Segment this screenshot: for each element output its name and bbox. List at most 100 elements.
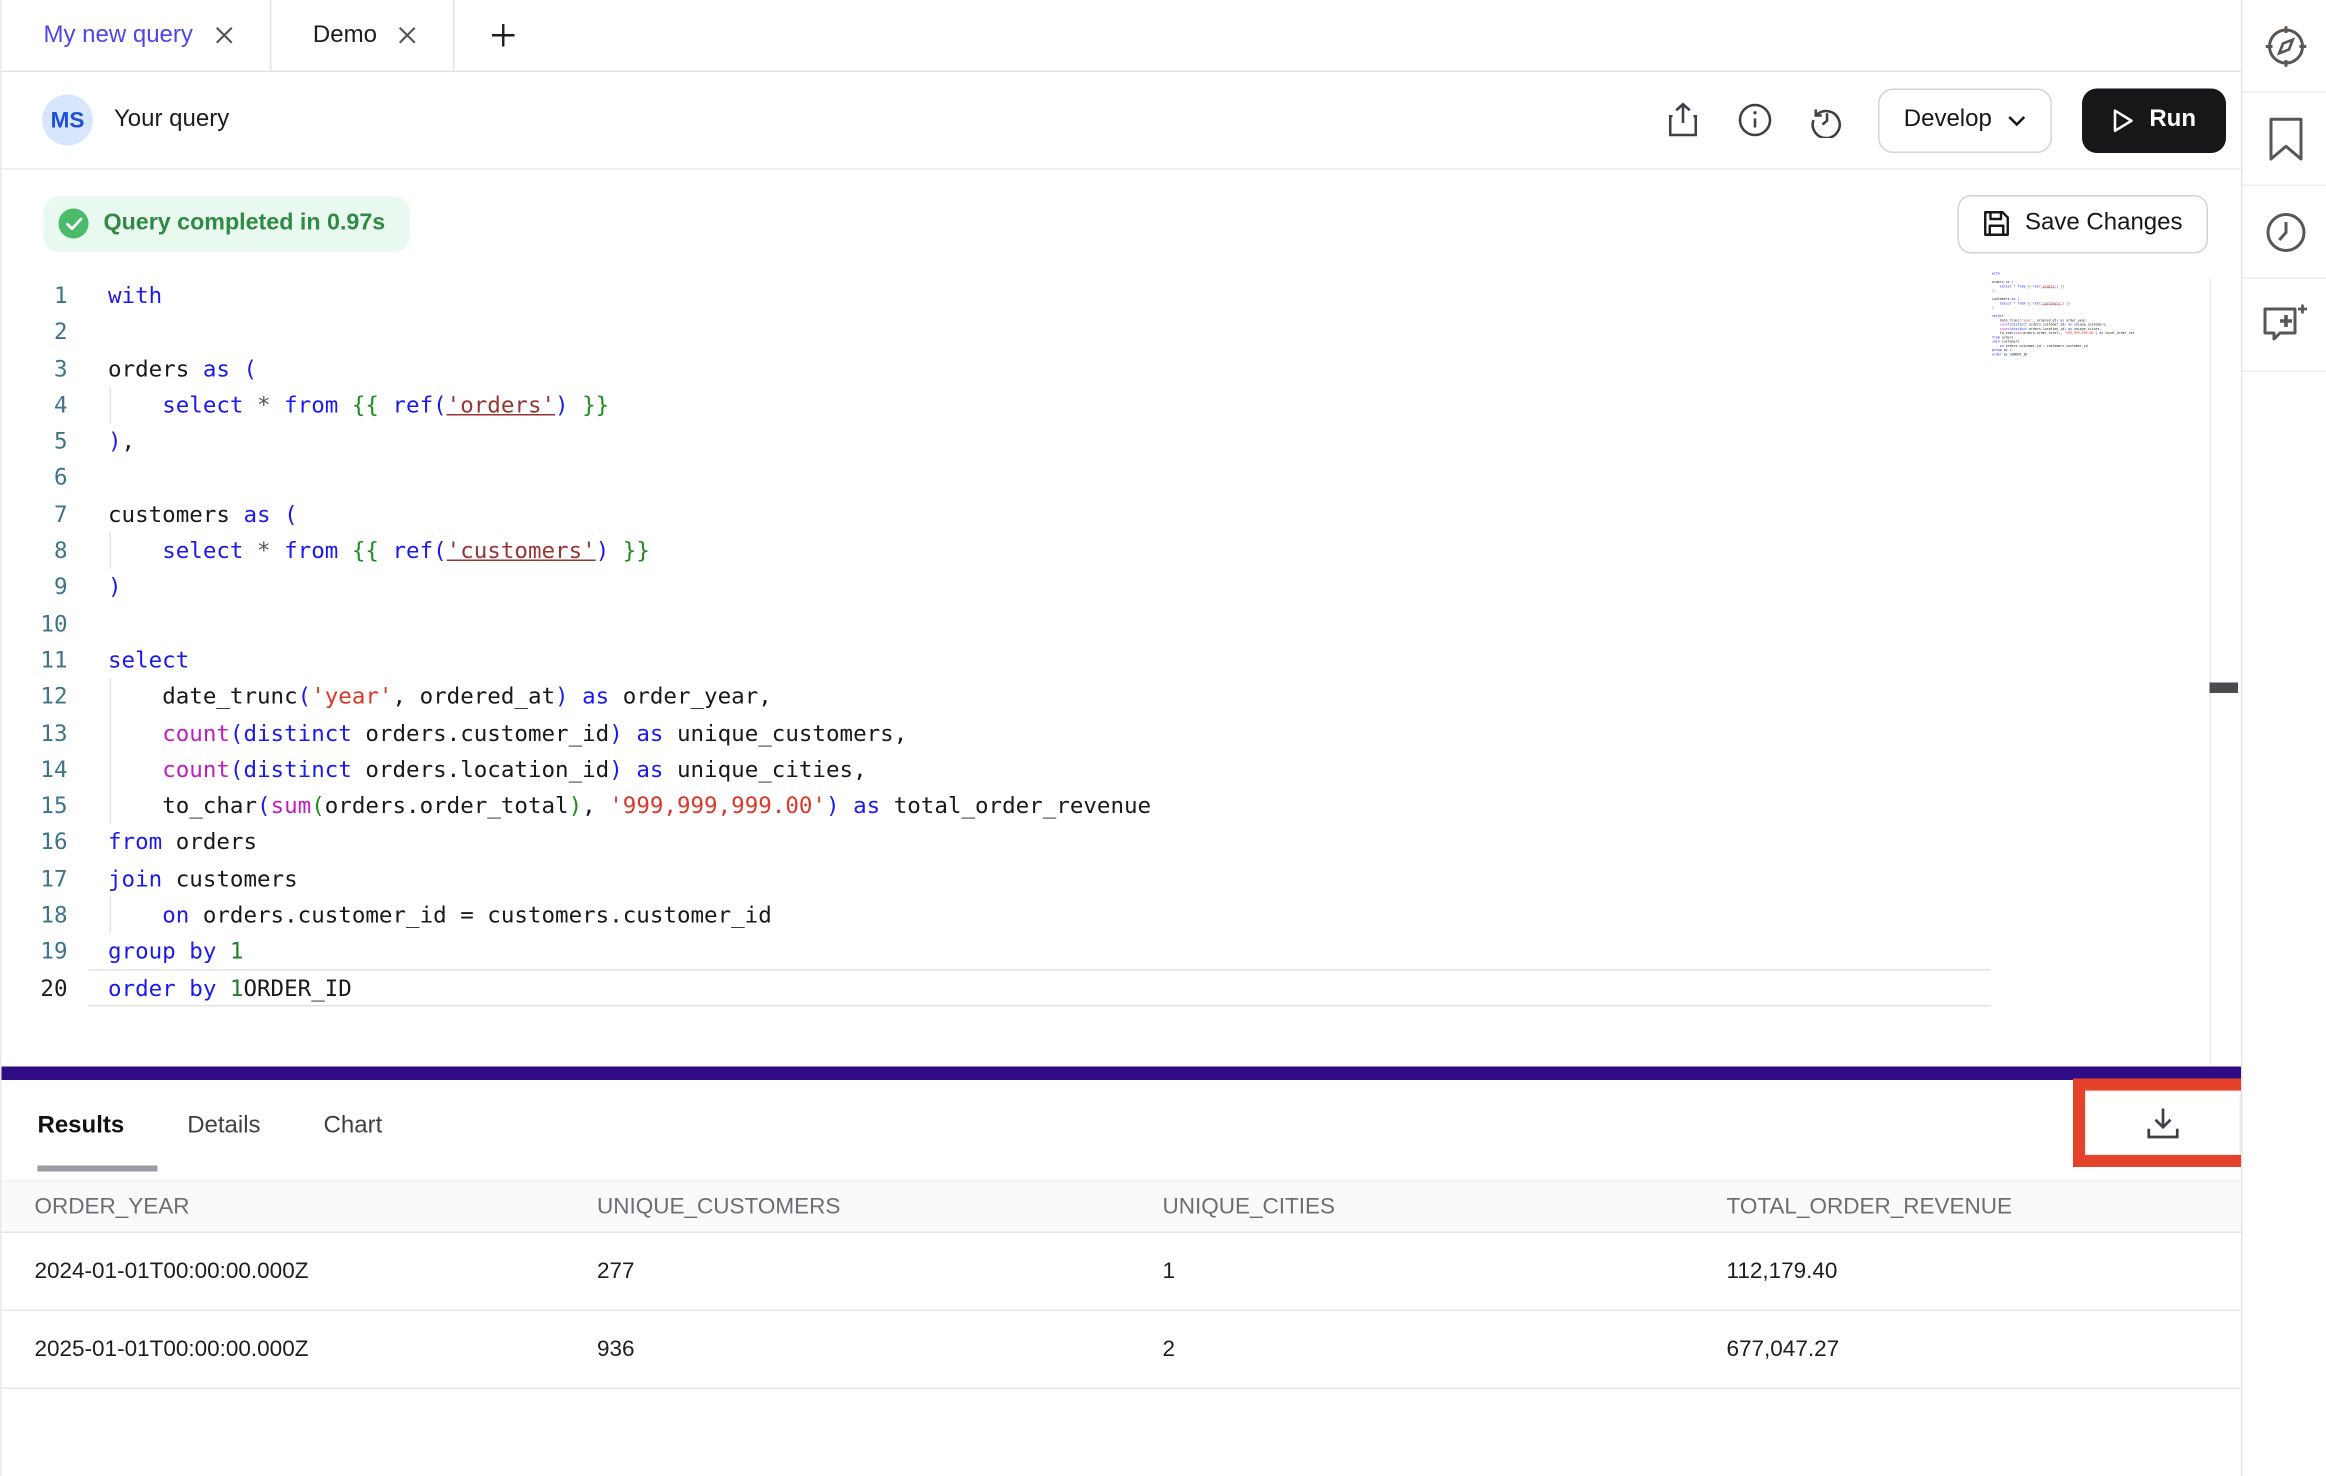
line-number: 19 bbox=[2, 934, 68, 970]
ai-assistant-button[interactable] bbox=[2243, 279, 2326, 372]
line-number: 18 bbox=[2, 897, 68, 933]
share-icon bbox=[1667, 102, 1700, 138]
panel-resize-handle[interactable] bbox=[2210, 683, 2239, 694]
develop-label: Develop bbox=[1904, 107, 1992, 134]
code-line-11[interactable]: 11select bbox=[2, 642, 2242, 678]
history-button[interactable] bbox=[1806, 99, 1848, 141]
play-icon bbox=[2112, 107, 2135, 133]
download-results-button[interactable] bbox=[2085, 1091, 2241, 1156]
tab-bar: My new query Demo bbox=[2, 0, 2242, 72]
tab-my-new-query[interactable]: My new query bbox=[2, 0, 271, 71]
cell-unique-customers: 277 bbox=[597, 1259, 1163, 1285]
line-number: 3 bbox=[2, 350, 68, 386]
code-line-4[interactable]: 4 select * from {{ ref('orders') }} bbox=[2, 387, 2242, 423]
code-line-5[interactable]: 5), bbox=[2, 423, 2242, 459]
line-number: 7 bbox=[2, 496, 68, 532]
bookmarks-button[interactable] bbox=[2243, 93, 2326, 186]
code-line-16[interactable]: 16from orders bbox=[2, 824, 2242, 860]
history-sidebar-button[interactable] bbox=[2243, 186, 2326, 279]
line-number: 13 bbox=[2, 715, 68, 751]
code-line-9[interactable]: 9) bbox=[2, 569, 2242, 605]
code-line-8[interactable]: 8 select * from {{ ref('customers') }} bbox=[2, 533, 2242, 569]
results-panel: Results Details Chart ORDER_YEAR UNIQUE_… bbox=[2, 1080, 2242, 1476]
code-line-13[interactable]: 13 count(distinct orders.customer_id) as… bbox=[2, 715, 2242, 751]
table-row[interactable]: 2024-01-01T00:00:00.000Z 277 1 112,179.4… bbox=[2, 1233, 2242, 1311]
cell-unique-cities: 2 bbox=[1163, 1337, 1727, 1363]
code-text: group by 1 bbox=[68, 934, 244, 970]
query-actions: Develop Run bbox=[1662, 88, 2226, 153]
code-line-14[interactable]: 14 count(distinct orders.location_id) as… bbox=[2, 751, 2242, 787]
code-text: ) bbox=[68, 569, 122, 605]
share-button[interactable] bbox=[1662, 99, 1704, 141]
code-line-1[interactable]: 1with bbox=[2, 278, 2242, 314]
download-icon bbox=[2145, 1106, 2181, 1139]
indent-guide bbox=[110, 533, 112, 569]
tab-results[interactable]: Results bbox=[38, 1112, 125, 1139]
code-line-2[interactable]: 2 bbox=[2, 314, 2242, 350]
code-line-17[interactable]: 17join customers bbox=[2, 861, 2242, 897]
results-table: ORDER_YEAR UNIQUE_CUSTOMERS UNIQUE_CITIE… bbox=[2, 1181, 2242, 1390]
query-status-text: Query completed in 0.97s bbox=[104, 210, 386, 237]
code-line-19[interactable]: 19group by 1 bbox=[2, 934, 2242, 970]
code-text bbox=[68, 460, 109, 496]
cell-unique-cities: 1 bbox=[1163, 1259, 1727, 1285]
line-number: 20 bbox=[2, 970, 68, 1006]
tab-label: My new query bbox=[44, 22, 193, 49]
line-number: 17 bbox=[2, 861, 68, 897]
code-line-3[interactable]: 3orders as ( bbox=[2, 350, 2242, 386]
line-number: 9 bbox=[2, 569, 68, 605]
code-text: date_trunc('year', ordered_at) as order_… bbox=[68, 678, 772, 714]
line-number: 6 bbox=[2, 460, 68, 496]
close-icon[interactable] bbox=[214, 26, 234, 46]
editor-scrollbar-track bbox=[2210, 278, 2212, 1067]
code-line-7[interactable]: 7customers as ( bbox=[2, 496, 2242, 532]
cell-total-order-revenue: 677,047.27 bbox=[1727, 1337, 2242, 1363]
line-number: 5 bbox=[2, 423, 68, 459]
explore-button[interactable] bbox=[2243, 0, 2326, 93]
code-text: order by 1ORDER_ID bbox=[68, 970, 352, 1006]
code-line-15[interactable]: 15 to_char(sum(orders.order_total), '999… bbox=[2, 788, 2242, 824]
code-line-10[interactable]: 10 bbox=[2, 606, 2242, 642]
new-tab-button[interactable] bbox=[455, 0, 553, 71]
column-header[interactable]: UNIQUE_CUSTOMERS bbox=[597, 1194, 1163, 1220]
tab-details[interactable]: Details bbox=[187, 1112, 260, 1139]
code-text: select * from {{ ref('orders') }} bbox=[68, 387, 610, 423]
code-line-20[interactable]: 20order by 1ORDER_ID bbox=[2, 970, 2242, 1006]
code-text: select bbox=[68, 642, 190, 678]
code-line-12[interactable]: 12 date_trunc('year', ordered_at) as ord… bbox=[2, 678, 2242, 714]
code-line-18[interactable]: 18 on orders.customer_id = customers.cus… bbox=[2, 897, 2242, 933]
code-text: from orders bbox=[68, 824, 258, 860]
tab-chart[interactable]: Chart bbox=[324, 1112, 383, 1139]
chevron-down-icon bbox=[2007, 113, 2027, 127]
indent-guide bbox=[110, 387, 112, 423]
table-row[interactable]: 2025-01-01T00:00:00.000Z 936 2 677,047.2… bbox=[2, 1311, 2242, 1389]
info-button[interactable] bbox=[1734, 99, 1776, 141]
code-text bbox=[68, 606, 109, 642]
close-icon[interactable] bbox=[398, 26, 418, 46]
minimap-content: with orders as ( select * from {{ ref('o… bbox=[1992, 272, 2135, 357]
column-header[interactable]: UNIQUE_CITIES bbox=[1163, 1194, 1727, 1220]
history-icon bbox=[1809, 102, 1845, 138]
panel-divider[interactable] bbox=[2, 1067, 2242, 1081]
query-status-badge: Query completed in 0.97s bbox=[44, 196, 410, 252]
code-lines: 1with23orders as (4 select * from {{ ref… bbox=[2, 278, 2242, 1007]
tab-demo[interactable]: Demo bbox=[271, 0, 455, 71]
save-icon bbox=[1983, 210, 2010, 237]
code-editor[interactable]: 1with23orders as (4 select * from {{ ref… bbox=[2, 278, 2242, 1067]
info-icon bbox=[1737, 102, 1773, 138]
develop-dropdown[interactable]: Develop bbox=[1878, 88, 2052, 153]
column-header[interactable]: ORDER_YEAR bbox=[35, 1194, 598, 1220]
status-row: Query completed in 0.97s Save Changes bbox=[2, 170, 2242, 278]
save-changes-button[interactable]: Save Changes bbox=[1958, 194, 2208, 253]
code-text bbox=[68, 314, 109, 350]
column-header[interactable]: TOTAL_ORDER_REVENUE bbox=[1727, 1194, 2242, 1220]
line-number: 8 bbox=[2, 533, 68, 569]
app-window: My new query Demo MS Your query bbox=[0, 0, 2326, 1476]
run-button[interactable]: Run bbox=[2082, 88, 2226, 153]
indent-guide bbox=[110, 897, 112, 933]
plus-icon bbox=[491, 23, 517, 49]
line-number: 2 bbox=[2, 314, 68, 350]
code-line-6[interactable]: 6 bbox=[2, 460, 2242, 496]
line-number: 15 bbox=[2, 788, 68, 824]
editor-minimap[interactable]: with orders as ( select * from {{ ref('o… bbox=[1992, 272, 2135, 368]
